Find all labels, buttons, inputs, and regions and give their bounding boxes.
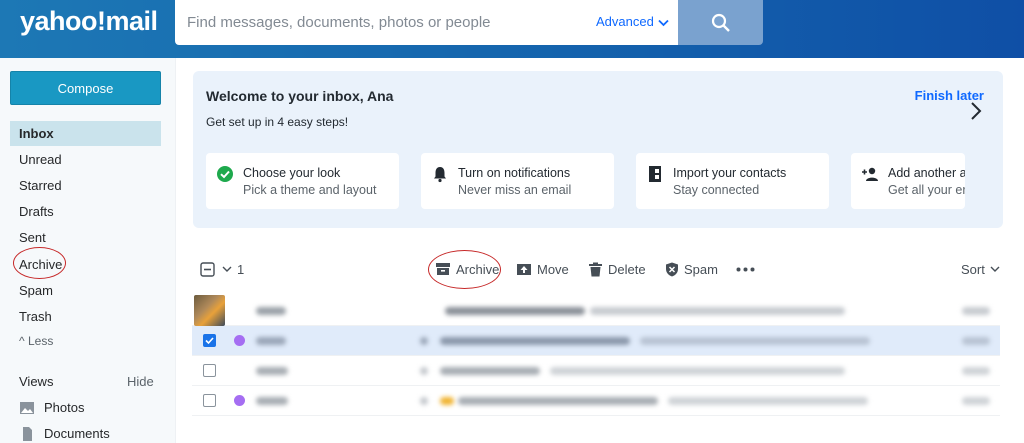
blurred-snippet [590, 307, 845, 315]
folder-starred[interactable]: Starred [10, 173, 161, 198]
blurred-subject [445, 307, 585, 315]
blurred-snippet [668, 397, 868, 405]
move-label: Move [537, 261, 569, 277]
blurred-subject [458, 397, 658, 405]
trash-icon [589, 262, 602, 276]
spam-label: Spam [684, 261, 718, 277]
selected-count: 1 [237, 261, 245, 277]
check-circle-icon [217, 166, 233, 182]
view-documents-label: Documents [44, 426, 110, 441]
sort-button[interactable]: Sort [961, 258, 1005, 280]
message-checkbox[interactable] [203, 394, 216, 407]
advanced-search-button[interactable]: Advanced [596, 14, 669, 29]
setup-card-notifications[interactable]: Turn on notifications Never miss an emai… [421, 153, 614, 209]
search-icon [711, 13, 730, 32]
views-heading: Views [19, 374, 54, 389]
avatar [194, 295, 225, 326]
card-title: Choose your look [243, 166, 341, 180]
chevron-down-icon [222, 266, 232, 272]
yahoo-mail-logo[interactable]: yahoo!mail [20, 6, 158, 37]
setup-card-look[interactable]: Choose your look Pick a theme and layout [206, 153, 399, 209]
check-icon [205, 337, 214, 345]
move-button[interactable]: Move [516, 258, 569, 280]
search-bar: Advanced [175, 0, 678, 45]
spam-button[interactable]: Spam [665, 258, 718, 280]
minus-checkbox-icon [200, 261, 215, 277]
card-subtitle: Get all your er [888, 183, 965, 197]
blurred-subject [440, 337, 630, 345]
message-checkbox[interactable] [203, 334, 216, 347]
less-toggle[interactable]: ^ Less [19, 334, 53, 348]
shield-icon [666, 262, 678, 276]
message-checkbox[interactable] [203, 364, 216, 377]
unread-dot [234, 335, 245, 346]
welcome-title: Welcome to your inbox, Ana [206, 88, 394, 104]
folder-trash[interactable]: Trash [10, 304, 161, 329]
chevron-down-icon [990, 266, 1000, 272]
setup-card-contacts[interactable]: Import your contacts Stay connected [636, 153, 829, 209]
chevron-down-icon [658, 19, 669, 26]
add-person-icon [862, 167, 878, 181]
photos-icon [20, 401, 34, 414]
select-all-control[interactable]: 1 [200, 258, 244, 280]
card-subtitle: Never miss an email [458, 183, 572, 197]
more-dots-icon [736, 267, 755, 271]
hide-views-button[interactable]: Hide [127, 374, 154, 389]
blurred-sender [256, 337, 286, 345]
blurred-icon [420, 337, 428, 345]
advanced-label: Advanced [596, 14, 654, 29]
archive-button-highlight-circle [428, 250, 501, 289]
card-title: Turn on notifications [458, 166, 571, 180]
blurred-date [962, 397, 990, 405]
delete-label: Delete [608, 261, 646, 277]
blurred-subject [440, 367, 540, 375]
contacts-book-icon [649, 166, 661, 182]
unread-dot [234, 395, 245, 406]
folder-inbox[interactable]: Inbox [10, 121, 161, 146]
sort-label: Sort [961, 261, 985, 277]
blurred-sender [256, 307, 286, 315]
blurred-emoji [440, 397, 454, 405]
view-photos-label: Photos [44, 400, 85, 415]
blurred-icon [420, 397, 428, 405]
blurred-snippet [640, 337, 870, 345]
more-actions-button[interactable] [736, 258, 760, 280]
welcome-panel: Welcome to your inbox, Ana Get set up in… [193, 71, 1003, 228]
blurred-date [962, 337, 990, 345]
chevron-right-icon[interactable] [965, 100, 987, 122]
app-header: yahoo!mail Advanced [0, 0, 1024, 58]
blurred-snippet [550, 367, 845, 375]
blurred-date [962, 307, 990, 315]
card-subtitle: Pick a theme and layout [243, 183, 377, 197]
search-button[interactable] [678, 0, 763, 45]
archive-folder-highlight-circle [13, 247, 66, 279]
blurred-sender [256, 397, 288, 405]
folder-spam[interactable]: Spam [10, 278, 161, 303]
folder-drafts[interactable]: Drafts [10, 199, 161, 224]
bell-icon [434, 167, 446, 183]
card-title: Import your contacts [673, 166, 787, 180]
blurred-sender [256, 367, 288, 375]
card-subtitle: Stay connected [673, 183, 760, 197]
blurred-icon [420, 367, 428, 375]
folder-unread[interactable]: Unread [10, 147, 161, 172]
welcome-subtitle: Get set up in 4 easy steps! [206, 115, 349, 129]
move-folder-icon [517, 264, 531, 275]
search-input[interactable] [187, 10, 587, 35]
folder-sent[interactable]: Sent [10, 225, 161, 250]
setup-card-add-account[interactable]: Add another a Get all your er [851, 153, 965, 209]
document-icon [23, 426, 32, 441]
compose-button[interactable]: Compose [10, 71, 161, 105]
card-title: Add another a [888, 166, 965, 180]
delete-button[interactable]: Delete [588, 258, 646, 280]
blurred-date [962, 367, 990, 375]
view-documents[interactable]: Documents [19, 426, 110, 441]
view-photos[interactable]: Photos [19, 400, 84, 415]
